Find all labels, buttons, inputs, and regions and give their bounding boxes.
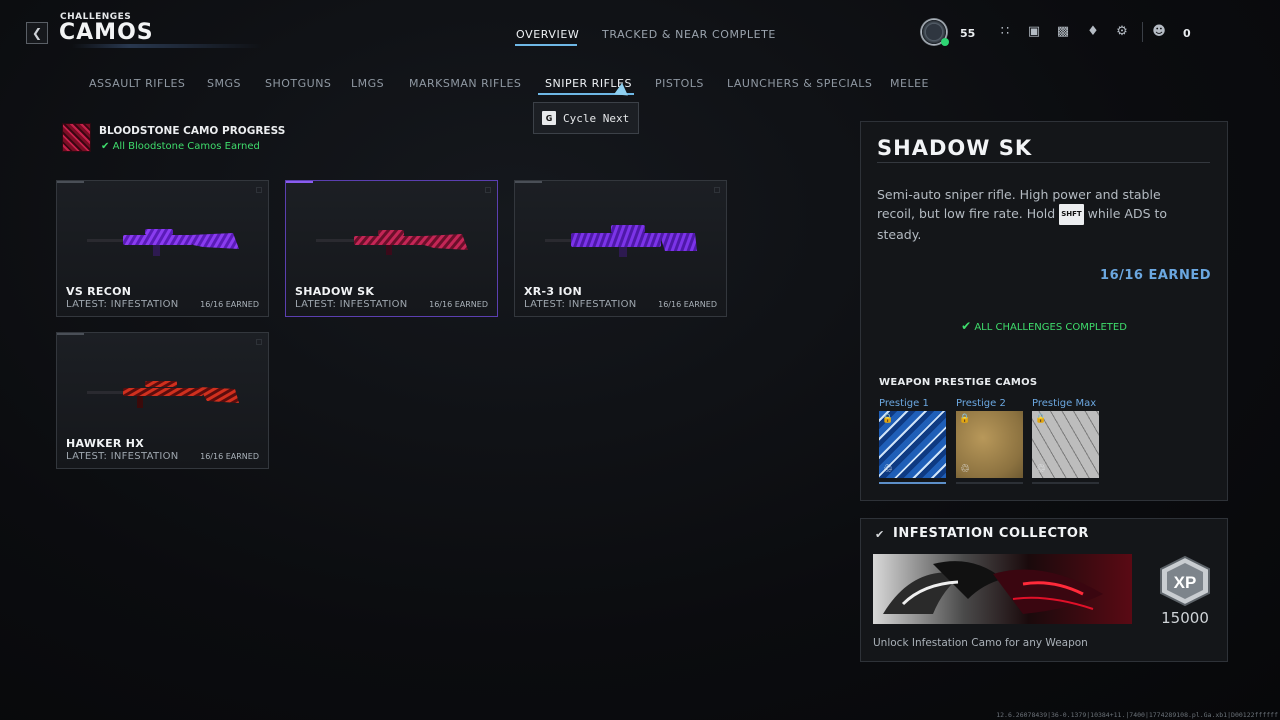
weapon-card-xr-3-ion[interactable]: XR-3 ION LATEST: INFESTATION 16/16 EARNE… [514, 180, 727, 317]
lock-icon: 🔒 [882, 414, 894, 424]
prestige-progress [879, 482, 946, 484]
bloodstone-title: BLOODSTONE CAMO PROGRESS [99, 125, 286, 137]
card-corner-icon [714, 187, 720, 193]
friends-icon[interactable]: ☻ [1151, 24, 1167, 40]
weapon-name: SHADOW SK [295, 285, 375, 298]
cycle-next-tooltip[interactable]: G Cycle Next [533, 102, 639, 134]
prestige-camo-2[interactable]: Prestige 2 🔒 ♲ [956, 398, 1023, 484]
infestation-artwork [873, 554, 1132, 624]
tab-tracked-near-complete[interactable]: TRACKED & NEAR COMPLETE [602, 28, 776, 41]
lock-icon: 🔒 [1035, 414, 1047, 424]
weapon-image-hawker-hx [87, 381, 239, 408]
tab-active-indicator [515, 44, 577, 46]
apps-grid-icon[interactable]: ∷ [997, 24, 1013, 40]
weapon-latest-camo: LATEST: INFESTATION [66, 299, 179, 310]
prestige-heading: WEAPON PRESTIGE CAMOS [879, 377, 1038, 388]
xp-label: XP [1174, 573, 1197, 592]
checkmark-icon: ✔ [875, 528, 885, 541]
weapon-latest-camo: LATEST: INFESTATION [295, 299, 408, 310]
tooltip-label: Cycle Next [563, 111, 630, 125]
weapon-earned-count: 16/16 EARNED [200, 452, 259, 461]
prestige-1-swatch: 🔒 ♲ [879, 411, 946, 478]
title-decoration [72, 44, 262, 48]
prestige-progress [956, 482, 1023, 484]
category-shotguns[interactable]: SHOTGUNS [265, 77, 331, 90]
bloodstone-status: ✔ All Bloodstone Camos Earned [101, 141, 260, 152]
checkmark-icon: ✔ [101, 141, 110, 152]
toolbar-divider [1142, 22, 1143, 42]
card-progress-line [515, 181, 542, 183]
detail-title: SHADOW SK [877, 136, 1033, 160]
shift-key-icon: SHFT [1059, 204, 1084, 225]
prestige-camo-max[interactable]: Prestige Max 🔒 ♲ [1032, 398, 1099, 484]
bloodstone-camo-icon [62, 123, 91, 152]
weapon-earned-count: 16/16 EARNED [429, 300, 488, 309]
challenges-status: ✔ ALL CHALLENGES COMPLETED [961, 319, 1127, 333]
category-smgs[interactable]: SMGS [207, 77, 241, 90]
card-progress-line [286, 181, 313, 183]
lock-icon: 🔒 [959, 414, 971, 424]
friends-count: 0 [1183, 27, 1191, 40]
prestige-label: Prestige 1 [879, 398, 929, 409]
detail-description: Semi-auto sniper rifle. High power and s… [877, 187, 1168, 242]
prestige-max-swatch: 🔒 ♲ [1032, 411, 1099, 478]
weapon-image-xr-3-ion [545, 225, 697, 257]
collector-description: Unlock Infestation Camo for any Weapon [873, 637, 1088, 649]
card-corner-icon [256, 339, 262, 345]
card-corner-icon [485, 187, 491, 193]
weapon-card-shadow-sk[interactable]: SHADOW SK LATEST: INFESTATION 16/16 EARN… [285, 180, 498, 317]
prestige-2-swatch: 🔒 ♲ [956, 411, 1023, 478]
xp-badge-icon: XP [1160, 555, 1210, 607]
category-marksman-rifles[interactable]: MARKSMAN RIFLES [409, 77, 521, 90]
back-button[interactable]: ❮ [26, 22, 48, 44]
prestige-emblem-icon: ♲ [1036, 462, 1046, 475]
build-version: 12.6.26078439|36-0.1379|10384+11.|7400|1… [996, 711, 1278, 719]
weapon-earned-count: 16/16 EARNED [658, 300, 717, 309]
online-status-icon [941, 38, 949, 46]
weapon-card-vs-recon[interactable]: VS RECON LATEST: INFESTATION 16/16 EARNE… [56, 180, 269, 317]
player-level: 55 [960, 27, 976, 40]
weapon-name: HAWKER HX [66, 437, 145, 450]
xp-amount: 15000 [1161, 609, 1209, 627]
card-progress-line [57, 333, 84, 335]
tab-overview[interactable]: OVERVIEW [516, 28, 579, 41]
weapon-name: XR-3 ION [524, 285, 583, 298]
prestige-label: Prestige Max [1032, 398, 1097, 409]
prestige-progress [1032, 482, 1099, 484]
store-icon[interactable]: ▣ [1026, 24, 1042, 40]
prestige-label: Prestige 2 [956, 398, 1006, 409]
weapon-image-shadow-sk [316, 230, 468, 255]
category-assault-rifles[interactable]: ASSAULT RIFLES [89, 77, 185, 90]
weapon-image-vs-recon [87, 229, 239, 256]
media-icon[interactable]: ▩ [1055, 24, 1071, 40]
collector-panel[interactable]: ✔ INFESTATION COLLECTOR XP 15000 Unlock … [860, 518, 1228, 662]
key-g-icon: G [542, 111, 556, 125]
notification-bell-icon[interactable]: ♦ [1085, 24, 1101, 40]
detail-earned-count: 16/16 EARNED [1100, 268, 1211, 283]
weapon-latest-camo: LATEST: INFESTATION [524, 299, 637, 310]
chevron-left-icon: ❮ [31, 26, 43, 40]
weapon-earned-count: 16/16 EARNED [200, 300, 259, 309]
prestige-emblem-icon: ♲ [883, 462, 893, 475]
weapon-latest-camo: LATEST: INFESTATION [66, 451, 179, 462]
checkmark-icon: ✔ [961, 319, 972, 333]
category-lmgs[interactable]: LMGS [351, 77, 384, 90]
collector-title: INFESTATION COLLECTOR [893, 526, 1089, 541]
weapon-card-hawker-hx[interactable]: HAWKER HX LATEST: INFESTATION 16/16 EARN… [56, 332, 269, 469]
card-progress-line [57, 181, 84, 183]
settings-gear-icon[interactable]: ⚙ [1114, 24, 1130, 40]
prestige-camo-1[interactable]: Prestige 1 🔒 ♲ [879, 398, 946, 484]
detail-divider [877, 162, 1210, 163]
page-title: CAMOS [59, 20, 154, 45]
weapon-detail-panel: SHADOW SK Semi-auto sniper rifle. High p… [860, 121, 1228, 501]
category-pistols[interactable]: PISTOLS [655, 77, 704, 90]
weapon-name: VS RECON [66, 285, 132, 298]
card-corner-icon [256, 187, 262, 193]
prestige-emblem-icon: ♲ [960, 462, 970, 475]
category-melee[interactable]: MELEE [890, 77, 929, 90]
category-launchers-specials[interactable]: LAUNCHERS & SPECIALS [727, 77, 872, 90]
